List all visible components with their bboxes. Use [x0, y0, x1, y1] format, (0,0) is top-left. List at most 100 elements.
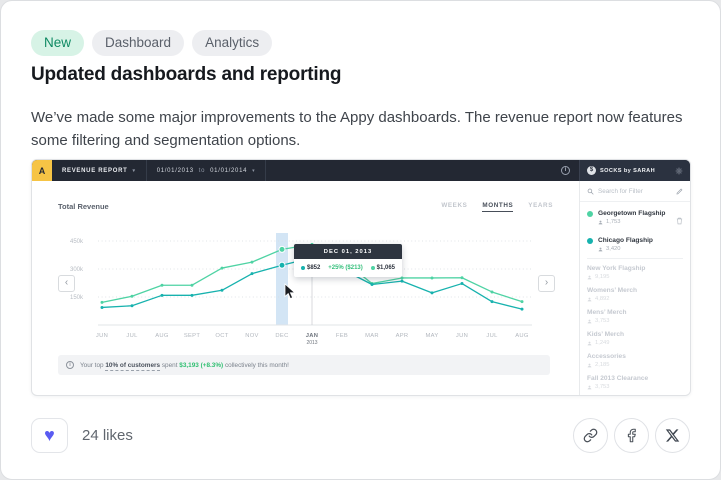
next-period-button[interactable]: › — [538, 275, 555, 292]
card-footer: ♥ 24 likes — [31, 417, 690, 453]
x-tick-label: JUL — [486, 333, 498, 339]
mouse-cursor-icon — [284, 283, 296, 300]
x-tick-label: NOV — [245, 333, 258, 339]
post-body: We’ve made some major improvements to th… — [31, 107, 697, 152]
dashboard-topbar: A REVENUE REPORT ▾ 01/01/2013 to 01/01/2… — [32, 160, 690, 181]
x-tick-label: DEC — [275, 333, 288, 339]
report-name: REVENUE REPORT — [62, 168, 127, 174]
data-point — [221, 267, 224, 270]
data-point — [101, 301, 104, 304]
person-icon — [587, 363, 592, 368]
filter-count: 1,753 — [598, 219, 671, 225]
person-icon — [587, 319, 592, 324]
trash-icon[interactable] — [676, 212, 683, 230]
filter-item[interactable]: Georgetown Flagship 1,753 — [587, 206, 683, 233]
data-point — [131, 304, 134, 307]
data-point — [101, 306, 104, 309]
filter-count: 3,753 — [587, 384, 683, 390]
x-tick-sublabel: 2013 — [306, 340, 317, 346]
person-icon — [587, 385, 592, 390]
chart-title: Total Revenue — [58, 202, 109, 211]
x-tick-label: OCT — [215, 333, 228, 339]
x-tick-label: JUN — [456, 333, 468, 339]
filter-name: Accessories — [587, 353, 683, 360]
date-to: 01/01/2014 — [210, 168, 247, 174]
chart-panel: Total Revenue WEEKSMONTHSYEARS 150k300k4… — [32, 181, 579, 395]
note-text: Your top 10% of customers spent $3,193 (… — [80, 362, 289, 369]
person-icon — [598, 247, 603, 252]
tooltip-date: DEC 01, 2013 — [294, 244, 402, 259]
data-point — [191, 294, 194, 297]
date-range-selector[interactable]: 01/01/2013 to 01/01/2014 ▾ — [147, 160, 267, 181]
x-tick-label: JUN — [96, 333, 108, 339]
x-tick-label: FEB — [336, 333, 348, 339]
filter-name: New York Flagship — [587, 265, 683, 272]
filter-name: Georgetown Flagship — [598, 210, 671, 217]
facebook-share-button[interactable] — [614, 418, 649, 453]
tag-dashboard[interactable]: Dashboard — [92, 30, 184, 56]
date-separator: to — [199, 168, 205, 174]
tag-analytics[interactable]: Analytics — [192, 30, 272, 56]
tab-months[interactable]: MONTHS — [482, 202, 513, 212]
filter-item[interactable]: Womens’ Merch4,892 — [587, 283, 683, 305]
prev-period-button[interactable]: ‹ — [58, 275, 75, 292]
filter-item[interactable]: Kids’ Merch1,249 — [587, 327, 683, 349]
y-tick-label: 300k — [70, 267, 84, 273]
share-buttons — [573, 418, 690, 453]
search-icon — [587, 188, 594, 195]
data-point — [461, 282, 464, 285]
filter-name: Kids’ Merch — [587, 331, 683, 338]
filter-item[interactable]: Accessories2,185 — [587, 349, 683, 371]
filter-name: Womens’ Merch — [587, 287, 683, 294]
x-tick-label: MAR — [365, 333, 379, 339]
filter-count: 3,753 — [587, 318, 683, 324]
copy-link-button[interactable] — [573, 418, 608, 453]
person-icon — [598, 220, 603, 225]
filter-item[interactable]: Fall 2013 Clearance3,753 — [587, 371, 683, 393]
gear-icon[interactable] — [675, 167, 683, 175]
person-icon — [587, 275, 592, 280]
data-point — [221, 289, 224, 292]
x-tick-label: MAY — [425, 333, 438, 339]
data-point — [491, 290, 494, 293]
x-share-button[interactable] — [655, 418, 690, 453]
filter-dot-icon — [587, 211, 593, 217]
x-tick-label: JAN — [306, 333, 319, 339]
tab-weeks[interactable]: WEEKS — [441, 202, 467, 212]
report-selector[interactable]: REVENUE REPORT ▾ — [52, 160, 147, 181]
like-button[interactable]: ♥ — [31, 418, 68, 453]
x-tick-label: AUG — [155, 333, 169, 339]
filter-name: Mens’ Merch — [587, 309, 683, 316]
x-tick-label: JUL — [126, 333, 138, 339]
heart-icon: ♥ — [44, 425, 55, 446]
x-tick-label: SEPT — [184, 333, 200, 339]
data-point — [521, 300, 524, 303]
pencil-icon[interactable] — [676, 188, 683, 195]
data-point — [431, 276, 434, 279]
data-point — [251, 272, 254, 275]
date-from: 01/01/2013 — [157, 168, 194, 174]
filter-item[interactable]: Chicago Flagship3,420 — [587, 233, 683, 259]
tab-years[interactable]: YEARS — [528, 202, 553, 212]
data-point — [461, 276, 464, 279]
person-icon — [587, 341, 592, 346]
tag-new[interactable]: New — [31, 30, 84, 56]
filter-search-input[interactable] — [598, 188, 672, 195]
info-icon[interactable]: i — [561, 166, 570, 175]
link-icon — [583, 428, 598, 443]
x-tick-label: AUG — [515, 333, 529, 339]
app-logo[interactable]: A — [32, 160, 52, 181]
filter-count: 3,420 — [598, 246, 683, 252]
y-tick-label: 150k — [70, 295, 84, 301]
info-icon: i — [66, 361, 74, 369]
dashboard-screenshot: A REVENUE REPORT ▾ 01/01/2013 to 01/01/2… — [31, 159, 691, 396]
x-icon — [665, 428, 680, 443]
insight-note: i Your top 10% of customers spent $3,193… — [58, 355, 550, 375]
filter-count: 9,195 — [587, 274, 683, 280]
likes-count: 24 likes — [82, 427, 133, 444]
chevron-down-icon: ▾ — [132, 168, 135, 174]
tags-row: New Dashboard Analytics — [31, 30, 272, 56]
filter-item[interactable]: Mens’ Merch 3,753 — [587, 305, 683, 327]
filter-item[interactable]: New York Flagship 9,195 — [587, 261, 683, 283]
granularity-tabs: WEEKS MONTHS YEARS — [441, 202, 553, 212]
